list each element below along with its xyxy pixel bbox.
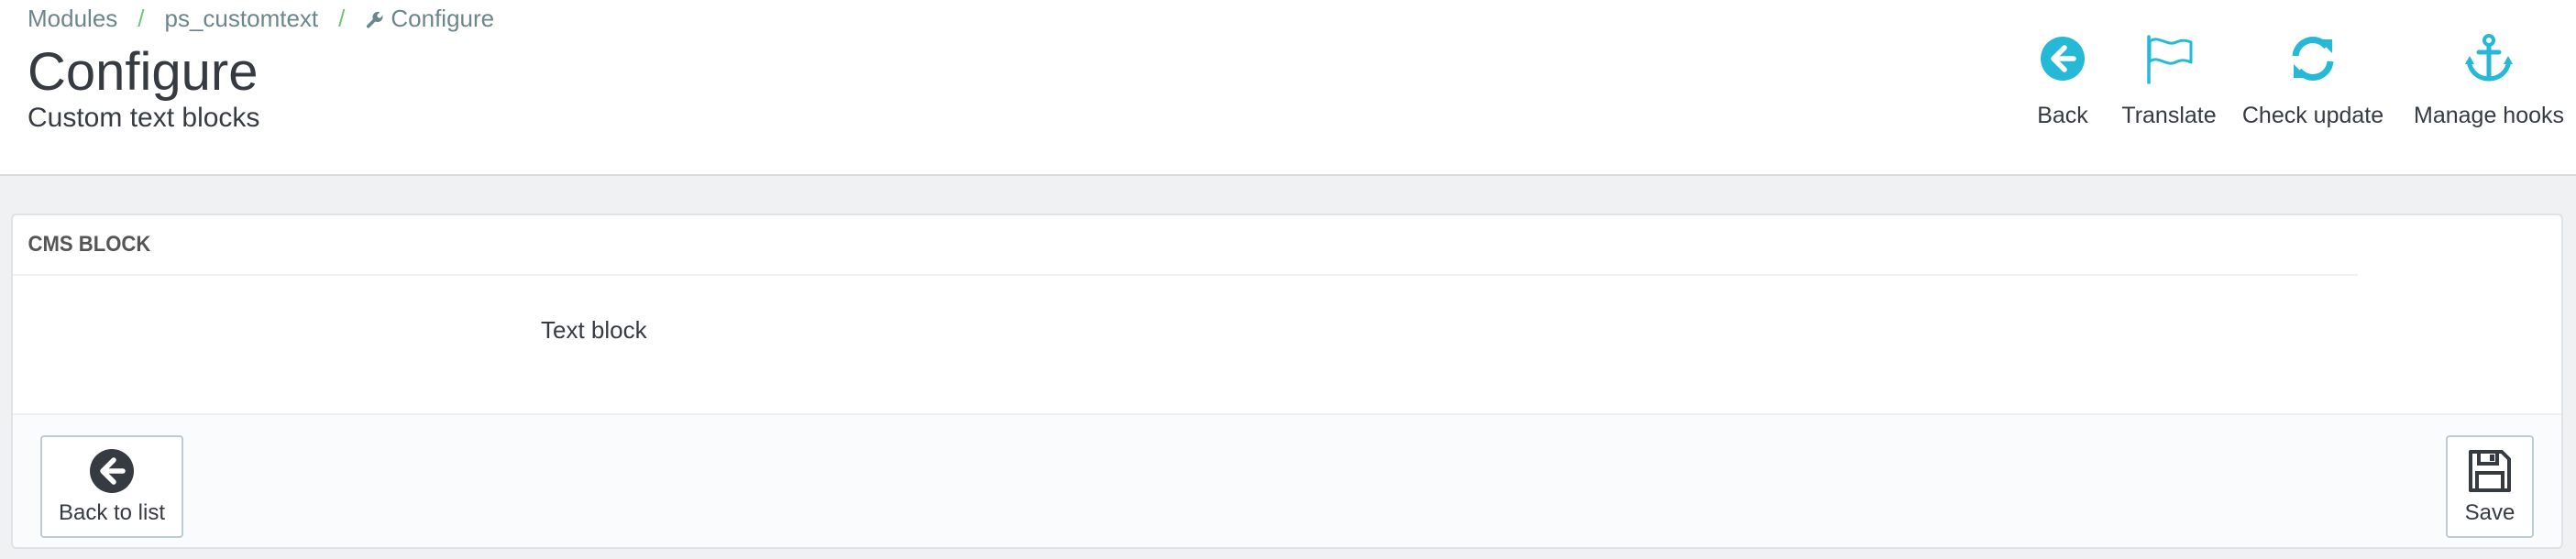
save-label: Save (2464, 500, 2515, 525)
breadcrumb: Modules / ps_customtext / Configure (28, 2, 494, 35)
panel-heading: CMS BLOCK (13, 215, 2358, 276)
back-to-list-label: Back to list (58, 500, 166, 525)
breadcrumb-current-label: Configure (391, 4, 495, 32)
manage-hooks-label: Manage hooks (2414, 103, 2565, 128)
breadcrumb-current: Configure (365, 5, 494, 33)
refresh-icon (2285, 31, 2340, 86)
manage-hooks-button[interactable]: Manage hooks (2402, 31, 2576, 129)
toolbar: Back Translate Check update Manage hooks (2011, 31, 2576, 129)
text-block-label: Text block (541, 316, 647, 344)
flag-icon (2141, 31, 2196, 86)
breadcrumb-separator: / (138, 4, 145, 32)
breadcrumb-modules[interactable]: Modules (28, 5, 117, 33)
translate-button[interactable]: Translate (2114, 31, 2224, 129)
anchor-icon (2461, 31, 2516, 86)
back-label: Back (2037, 103, 2088, 128)
back-to-list-button[interactable]: Back to list (40, 435, 183, 538)
breadcrumb-separator: / (338, 4, 346, 32)
translate-label: Translate (2121, 103, 2217, 128)
check-update-label: Check update (2241, 103, 2384, 128)
back-button[interactable]: Back (2011, 31, 2114, 129)
page-subtitle: Custom text blocks (28, 103, 260, 133)
check-update-button[interactable]: Check update (2224, 31, 2402, 129)
page-header: Modules / ps_customtext / Configure Conf… (0, 0, 2576, 176)
wrench-icon (367, 11, 384, 28)
breadcrumb-module[interactable]: ps_customtext (165, 5, 319, 33)
panel-footer: Back to list Save (13, 413, 2561, 547)
form-row-text-block: Text block (13, 276, 2561, 419)
floppy-disk-icon (2466, 447, 2514, 495)
page-title: Configure (28, 42, 259, 102)
arrow-circle-left-icon (2035, 31, 2090, 86)
save-button[interactable]: Save (2446, 435, 2534, 538)
cms-block-panel: CMS BLOCK Text block Back to list Save (11, 214, 2563, 549)
arrow-circle-left-icon (88, 447, 136, 495)
